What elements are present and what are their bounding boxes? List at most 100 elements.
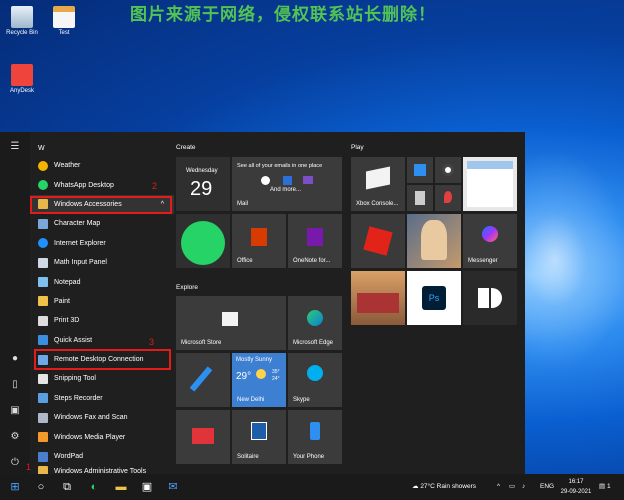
group-title-explore[interactable]: Explore <box>176 284 198 291</box>
print-3d-icon <box>38 315 48 326</box>
group-title-create[interactable]: Create <box>176 144 196 151</box>
desktop-icon-test[interactable]: Test <box>44 6 84 36</box>
desktop-icon-recycle-bin[interactable]: Recycle Bin <box>2 6 42 36</box>
wordpad-icon <box>38 451 48 462</box>
dolby-icon <box>478 288 502 308</box>
notification-icon[interactable]: ▤ 1 <box>599 474 611 500</box>
letter-header[interactable]: W <box>30 140 174 156</box>
roblox-tile[interactable] <box>351 214 405 268</box>
skype-tile[interactable]: Skype <box>288 353 342 407</box>
news-tile[interactable] <box>176 410 230 464</box>
documents-icon[interactable]: ▯ <box>8 378 22 392</box>
desktop-icon-anydesk[interactable]: AnyDesk <box>2 64 42 94</box>
language-indicator[interactable]: ENG <box>540 474 554 500</box>
internet-explorer-icon <box>38 238 48 249</box>
sun-icon <box>256 369 266 379</box>
google-icon <box>261 176 270 185</box>
annotation-number-2: 2 <box>152 181 158 191</box>
solitaire-tile[interactable]: Solitaire <box>232 410 286 464</box>
messenger-tile[interactable]: Messenger <box>463 214 517 268</box>
windows-start-icon[interactable]: ⊞ <box>7 479 23 495</box>
quick-assist-icon <box>38 335 48 346</box>
outlook-icon <box>283 176 292 185</box>
weather-icon <box>38 160 48 171</box>
group-title-play[interactable]: Play <box>351 144 364 151</box>
annotation-number-3: 3 <box>149 337 155 347</box>
photoshop-icon: Ps <box>422 286 446 310</box>
hamburger-icon[interactable]: ☰ <box>8 140 22 154</box>
app-print-3d[interactable]: Print 3D <box>30 311 174 330</box>
edge-taskbar-icon[interactable]: ◐ <box>86 479 102 495</box>
store-taskbar-icon[interactable]: ▣ <box>139 479 155 495</box>
character-map-icon <box>38 218 48 229</box>
notepad-icon <box>38 277 48 288</box>
calculator-icon <box>415 191 425 205</box>
app-steps-recorder[interactable]: Steps Recorder <box>30 389 174 408</box>
whatsapp-icon <box>38 180 48 191</box>
snipping-tool-icon <box>38 373 48 384</box>
app-notepad[interactable]: Notepad <box>30 272 174 291</box>
pen-tile[interactable] <box>176 353 230 407</box>
dolby-tile[interactable] <box>463 271 517 325</box>
store-icon <box>222 312 238 326</box>
app-paint[interactable]: Paint <box>30 292 174 311</box>
maps-tile[interactable] <box>435 185 461 211</box>
weather-widget[interactable]: ☁ 27°C Rain showers <box>412 474 476 500</box>
calendar-tile[interactable]: Wednesday 29 <box>176 157 230 211</box>
recycle-bin-icon <box>11 6 33 28</box>
task-view-icon[interactable]: ⧉ <box>59 479 75 495</box>
skype-icon <box>307 365 323 381</box>
app-wordpad[interactable]: WordPad <box>30 447 174 466</box>
volume-icon[interactable]: ♪ <box>522 474 525 500</box>
groove-tile[interactable] <box>435 157 461 183</box>
office-tile[interactable]: Office <box>232 214 286 268</box>
taskbar: ⊞ ○ ⧉ ◐ ▬ ▣ ✉ ☁ 27°C Rain showers ^ ▭ ♪ … <box>0 474 624 500</box>
messenger-icon <box>482 226 498 242</box>
start-menu: ☰ ● ▯ ▣ ⚙ ⏻ W Weather WhatsApp Desktop W… <box>0 132 525 477</box>
app-character-map[interactable]: Character Map <box>30 214 174 233</box>
store-tile[interactable]: Microsoft Store <box>176 296 286 350</box>
file-explorer-icon[interactable]: ▬ <box>113 479 129 495</box>
pictures-icon[interactable]: ▣ <box>8 404 22 418</box>
onenote-icon <box>307 228 323 246</box>
paint-icon <box>38 296 48 307</box>
app-fax-scan[interactable]: Windows Fax and Scan <box>30 408 174 427</box>
map-pin-icon <box>444 191 452 203</box>
mail-taskbar-icon[interactable]: ✉ <box>165 479 181 495</box>
app-math-input-panel[interactable]: Math Input Panel <box>30 253 174 272</box>
highlight-remote-desktop <box>34 349 171 370</box>
anydesk-icon <box>11 64 33 86</box>
media-player-icon <box>38 432 48 443</box>
app-media-player[interactable]: Windows Media Player <box>30 427 174 446</box>
tray-chevron-icon[interactable]: ^ <box>497 474 500 500</box>
edge-icon <box>307 310 323 326</box>
screenshot-tile[interactable] <box>463 157 517 211</box>
power-icon[interactable]: ⏻ <box>8 456 22 470</box>
steps-recorder-icon <box>38 393 48 404</box>
user-icon[interactable]: ● <box>8 352 22 366</box>
app-snipping-tool[interactable]: Snipping Tool <box>30 369 174 388</box>
app-internet-explorer[interactable]: Internet Explorer <box>30 234 174 253</box>
search-icon[interactable]: ○ <box>33 479 49 495</box>
strategy-game-tile[interactable] <box>351 271 405 325</box>
onenote-tile[interactable]: OneNote for... <box>288 214 342 268</box>
whatsapp-icon <box>181 221 225 265</box>
phone-tile[interactable]: Your Phone <box>288 410 342 464</box>
network-icon[interactable]: ▭ <box>509 474 515 500</box>
start-rail: ☰ ● ▯ ▣ ⚙ ⏻ <box>0 132 30 474</box>
whatsapp-tile[interactable] <box>176 214 230 268</box>
movies-tile[interactable] <box>407 157 433 183</box>
photoshop-tile[interactable]: Ps <box>407 271 461 325</box>
app-weather[interactable]: Weather <box>30 156 174 175</box>
edge-tile[interactable]: Microsoft Edge <box>288 296 342 350</box>
settings-gear-icon[interactable]: ⚙ <box>8 430 22 444</box>
mail-tile[interactable]: See all of your emails in one place And … <box>232 157 342 211</box>
clock[interactable]: 16:17 29-09-2021 <box>560 477 592 497</box>
calculator-tile[interactable] <box>407 185 433 211</box>
weather-tile[interactable]: Mostly Sunny 29° 35° 24° New Delhi <box>232 353 286 407</box>
xbox-tile[interactable]: Xbox Console... <box>351 157 405 211</box>
watermark-banner: 图片来源于网络，侵权联系站长删除！ <box>130 5 436 25</box>
game-tile[interactable] <box>407 214 461 268</box>
xbox-console-icon <box>366 166 390 190</box>
game-character-icon <box>421 220 447 260</box>
